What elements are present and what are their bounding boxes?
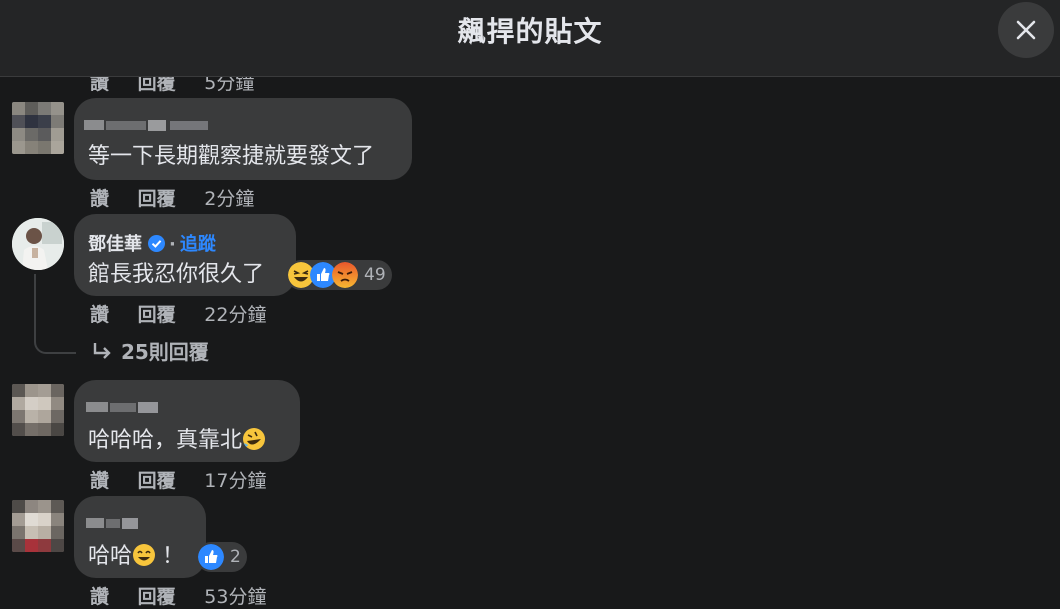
reaction-count: 2 [230,547,241,567]
view-replies-link[interactable]: 25則回覆 [90,336,209,365]
like-link[interactable]: 讚 [90,188,109,210]
like-reaction-icon [198,544,224,570]
reply-link[interactable]: 回覆 [138,470,176,492]
reply-thread-line [34,274,76,354]
like-link[interactable]: 讚 [90,586,109,608]
comment-text: 館長我忍你很久了 [88,262,265,287]
reply-arrow-icon [93,343,111,359]
reaction-count: 49 [364,265,386,285]
reply-link[interactable]: 回覆 [138,586,176,608]
blurred-author-name [86,402,158,413]
reaction-summary[interactable]: 49 [286,260,392,290]
comment-actions: 讚 回覆 22分鐘 [90,300,288,327]
comment-time: 22分鐘 [204,304,267,326]
grinning-emoji-icon [133,544,156,566]
blurred-author-name [84,120,208,131]
like-link[interactable]: 讚 [90,304,109,326]
comment-time: 2分鐘 [204,188,255,210]
reply-link[interactable]: 回覆 [138,304,176,326]
follow-link[interactable]: 追蹤 [180,234,216,255]
blurred-avatar-image [12,500,64,552]
avatar[interactable] [12,218,64,270]
separator-dot: · [169,234,176,255]
page-title: 飆捍的貼文 [457,15,603,48]
comment-author[interactable]: 鄧佳華 [88,234,142,255]
reaction-summary[interactable]: 2 [196,542,247,572]
close-button[interactable] [998,2,1054,58]
dialog-header: 飆捍的貼文 [0,0,1060,77]
like-link[interactable]: 讚 [90,470,109,492]
avatar[interactable] [12,102,64,154]
comment-time: 53分鐘 [204,586,267,608]
comment-text: 哈哈 ！ [88,544,185,569]
angry-reaction-icon [332,262,358,288]
blurred-avatar-image [12,102,64,154]
comment-bubble: 哈哈 ！ [74,496,206,578]
comment-text: 哈哈哈，真靠北 [88,422,266,454]
comment-actions: 讚 回覆 17分鐘 [90,466,288,493]
profile-photo [12,218,64,270]
comment-bubble: 鄧佳華 · 追蹤 館長我忍你很久了 [74,214,296,296]
blurred-avatar-image [12,384,64,436]
verified-badge-icon [148,235,165,252]
comment-text: 等一下長期觀察捷就要發文了 [88,144,375,169]
comment-time: 17分鐘 [204,470,267,492]
reply-link[interactable]: 回覆 [138,188,176,210]
comment-bubble: 哈哈哈，真靠北 [74,380,300,462]
close-icon [1016,20,1036,40]
rofl-emoji-icon [243,428,266,450]
comment-actions: 讚 回覆 2分鐘 [90,184,276,211]
avatar[interactable] [12,500,64,552]
avatar[interactable] [12,384,64,436]
replies-count-label: 25則回覆 [120,340,209,364]
comments-feed: 讚 回覆 5分鐘 等一下長期觀察捷就要發文了 讚 回覆 2分鐘 鄧佳華 · 追蹤… [0,0,1060,608]
comment-bubble: 等一下長期觀察捷就要發文了 [74,98,412,180]
blurred-author-name [86,518,138,529]
